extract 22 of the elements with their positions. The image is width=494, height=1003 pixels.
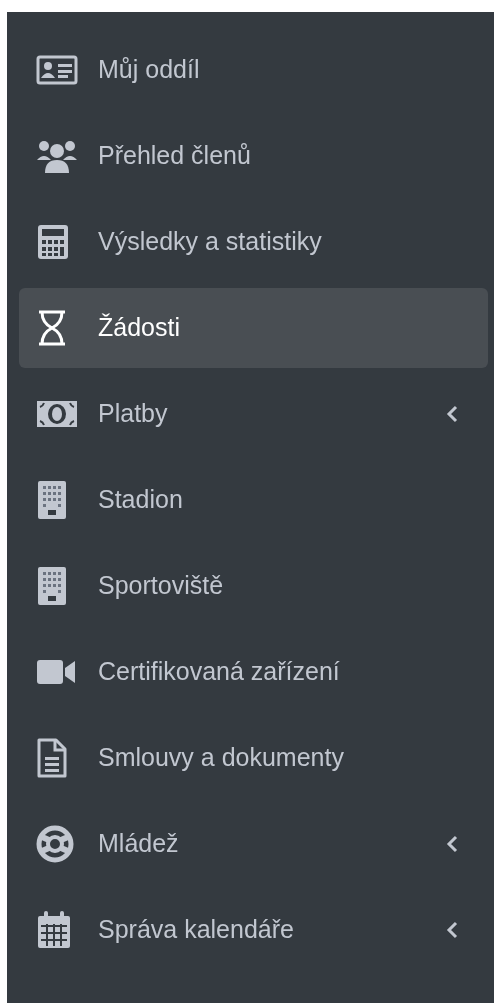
sidebar-item[interactable]: Smlouvy a dokumenty	[19, 718, 488, 798]
sidebar-item[interactable]: Žádosti	[19, 288, 488, 368]
calculator-icon	[36, 223, 70, 261]
sidebar-item[interactable]: Platby	[19, 374, 488, 454]
life-ring-icon	[36, 825, 74, 863]
sidebar-item[interactable]: Stadion	[19, 460, 488, 540]
sidebar-item[interactable]: Výsledky a statistiky	[19, 202, 488, 282]
hourglass-icon	[36, 309, 68, 347]
users-icon	[36, 138, 78, 174]
id-card-icon	[36, 54, 78, 86]
sidebar-item[interactable]: Sportoviště	[19, 546, 488, 626]
video-camera-icon	[36, 658, 76, 686]
sidebar-item[interactable]: Certifikovaná zařízení	[19, 632, 488, 712]
document-icon	[36, 738, 68, 778]
sidebar-item[interactable]: Přehled členů	[19, 116, 488, 196]
building-icon	[36, 480, 68, 520]
sidebar-item[interactable]: Mládež	[19, 804, 488, 884]
sidebar-item[interactable]: Správa kalendáře	[19, 890, 488, 970]
building-icon	[36, 566, 68, 606]
sidebar-item[interactable]: Můj oddíl	[19, 30, 488, 110]
banknote-icon	[36, 400, 78, 428]
calendar-icon	[36, 910, 72, 950]
